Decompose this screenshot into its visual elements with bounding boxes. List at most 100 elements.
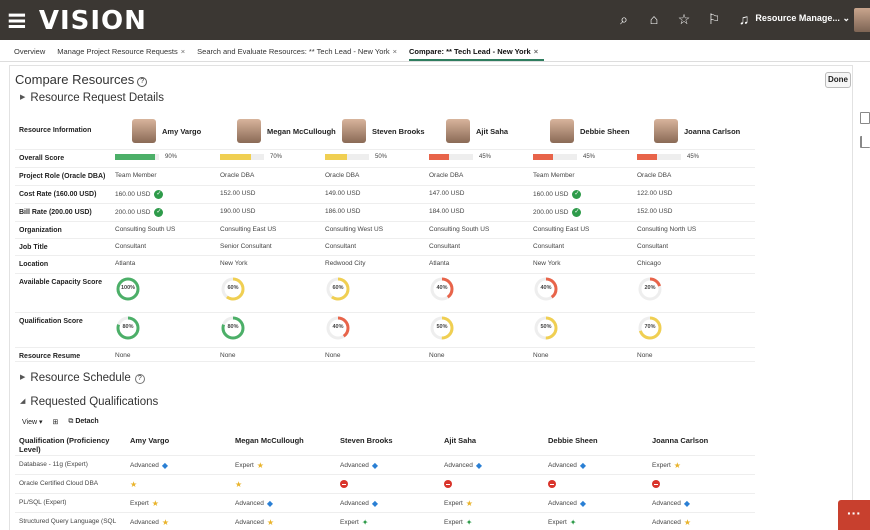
cell-organization: Consulting South US — [429, 226, 489, 233]
freeze-icon[interactable]: ⊞ — [53, 418, 59, 426]
score-percent: 50% — [375, 154, 388, 160]
cell-organization: Consulting East US — [533, 226, 589, 233]
tab-label: Manage Project Resource Requests — [57, 47, 178, 56]
qual-value: Advanced ★ — [235, 518, 274, 527]
qual-header-2: Steven Brooks — [340, 436, 393, 445]
favorites-icon[interactable]: ☆ — [676, 11, 692, 27]
resource-header-5[interactable]: Joanna Carlson — [654, 119, 740, 143]
check-icon: ✓ — [154, 190, 164, 199]
score-bar-fill — [115, 154, 155, 160]
bell-icon[interactable]: ♫ — [736, 11, 752, 27]
cell-value: Consultant — [533, 243, 565, 250]
star-icon: ★ — [683, 518, 692, 527]
resource-header-4[interactable]: Debbie Sheen — [550, 119, 630, 143]
score-bar — [429, 154, 473, 160]
cell-location: Atlanta — [115, 260, 135, 267]
tab-3[interactable]: Compare: ** Tech Lead - New York × — [409, 40, 545, 61]
cell-overall: 45% — [533, 154, 595, 160]
chevron-down-icon: ⌄ — [842, 13, 850, 23]
cell-overall: 70% — [220, 154, 282, 160]
resource-header-3[interactable]: Ajit Saha — [446, 119, 508, 143]
qual-level: Advanced — [548, 500, 577, 507]
tag-icon: ◆ — [266, 499, 274, 508]
cell-capacity: 60% — [325, 276, 351, 302]
cell-cost_rate: 122.00 USD — [637, 190, 672, 197]
cell-value: 152.00 USD — [220, 190, 256, 197]
close-icon[interactable]: × — [393, 47, 397, 56]
qual-level: Advanced — [130, 462, 159, 469]
tag-icon: ◆ — [371, 461, 379, 470]
row-label: Project Role (Oracle DBA) — [19, 173, 106, 180]
score-ring: 40% — [533, 276, 559, 302]
close-icon[interactable]: × — [181, 47, 185, 56]
score-ring: 70% — [637, 315, 663, 341]
cell-value: Consulting East US — [533, 226, 590, 233]
section-title: Requested Qualifications — [30, 396, 159, 408]
qual-row: PL/SQL (Expert) Expert ★ Advanced ◆ Advanced ◆… — [15, 493, 755, 511]
done-button[interactable]: Done — [825, 72, 851, 88]
avatar[interactable] — [854, 8, 870, 32]
tab-1[interactable]: Manage Project Resource Requests × — [57, 40, 191, 61]
qual-level: Advanced — [444, 462, 473, 469]
search-icon[interactable]: ⌕ — [616, 11, 632, 27]
score-ring: 50% — [429, 315, 455, 341]
qual-value: Expert ✦ — [340, 518, 369, 527]
section-requested-qualifications[interactable]: ◢ Requested Qualifications — [20, 396, 158, 408]
qual-level: Advanced — [235, 500, 264, 507]
flag-icon[interactable]: ⚐ — [706, 11, 722, 27]
cell-value: Consultant — [325, 243, 357, 250]
tag-icon: ◆ — [371, 499, 379, 508]
qual-value: ★ — [235, 480, 242, 489]
resource-header-2[interactable]: Steven Brooks — [342, 119, 425, 143]
tab-2[interactable]: Search and Evaluate Resources: ** Tech L… — [197, 40, 403, 61]
chat-icon[interactable]: ··· — [838, 500, 870, 530]
row-project_role: Project Role (Oracle DBA) Team Member Orac… — [15, 168, 755, 186]
score-ring-label: 60% — [227, 285, 239, 291]
qual-value: Advanced ◆ — [235, 499, 273, 508]
cell-overall: 45% — [429, 154, 491, 160]
section-request-details[interactable]: ▶ Resource Request Details — [20, 92, 164, 104]
cell-value: None — [115, 352, 131, 359]
check-icon: ✓ — [572, 190, 582, 199]
cell-resume: None — [429, 352, 445, 359]
star-icon: ★ — [130, 480, 138, 489]
cell-value: 190.00 USD — [220, 208, 256, 215]
tag-icon: ◆ — [475, 461, 483, 470]
cell-value: Team Member — [115, 172, 157, 179]
view-menu[interactable]: View ▾ — [22, 418, 43, 426]
cell-value: Team Member — [533, 172, 575, 179]
qual-row: Database - 11g (Expert) Advanced ◆ Expert ★ A… — [15, 455, 755, 473]
cell-value: 122.00 USD — [637, 190, 673, 197]
qual-level: Advanced — [548, 462, 577, 469]
chart-icon[interactable] — [860, 136, 870, 148]
section-resource-schedule[interactable]: ▶ Resource Schedule? — [20, 372, 145, 384]
section-title: Resource Request Details — [30, 92, 164, 104]
home-icon[interactable]: ⌂ — [646, 11, 662, 27]
avatar — [237, 119, 261, 143]
cell-resume: None — [220, 352, 236, 359]
no-entry-icon — [340, 480, 348, 488]
qual-header-3: Ajit Saha — [444, 436, 477, 445]
score-ring-label: 40% — [332, 324, 344, 330]
qual-value — [548, 480, 556, 488]
user-menu[interactable]: Resource Manage... ⌄ — [755, 13, 850, 24]
qual-level: Advanced — [652, 500, 681, 507]
cell-location: Redwood City — [325, 260, 365, 267]
qual-level: Expert — [444, 500, 463, 507]
cell-value: 200.00 USD — [115, 209, 151, 216]
score-bar-fill — [325, 154, 347, 160]
score-ring-label: 40% — [540, 285, 552, 291]
resource-header-1[interactable]: Megan McCullough — [237, 119, 336, 143]
tab-0[interactable]: Overview — [14, 40, 51, 61]
app-logo[interactable]: ≡ VISION — [6, 6, 147, 36]
document-icon[interactable] — [860, 112, 870, 124]
detach-button[interactable]: ⧉ Detach — [68, 418, 98, 426]
row-label: Available Capacity Score — [19, 279, 103, 286]
help-icon[interactable]: ? — [134, 374, 145, 384]
close-icon[interactable]: × — [534, 47, 538, 56]
resource-name: Amy Vargo — [162, 126, 202, 136]
help-icon[interactable]: ? — [137, 77, 148, 87]
qual-value: Expert ★ — [130, 499, 159, 508]
score-ring-label: 50% — [540, 324, 552, 330]
resource-header-0[interactable]: Amy Vargo — [132, 119, 201, 143]
